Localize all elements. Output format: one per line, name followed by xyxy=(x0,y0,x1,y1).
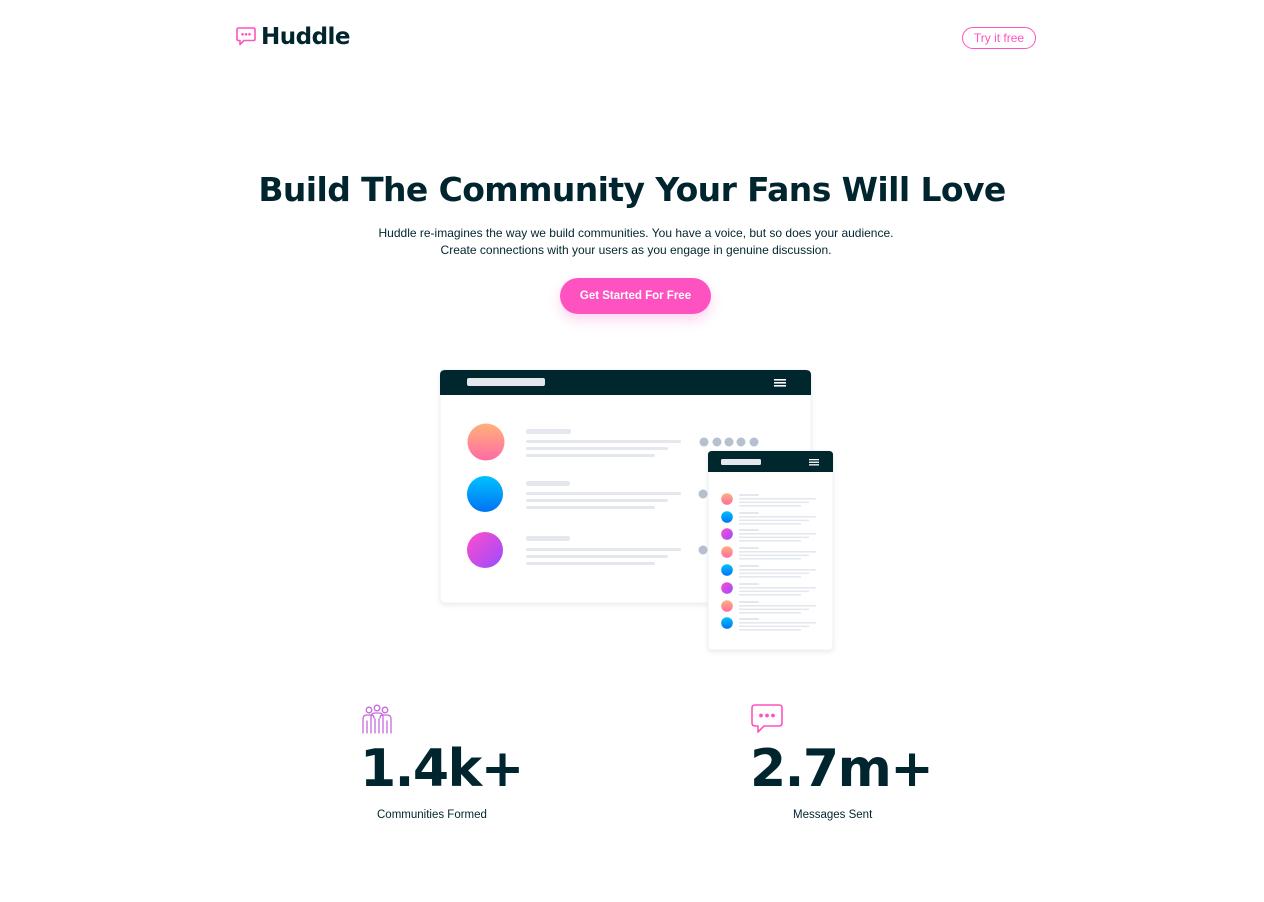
hero-title: Build The Community Your Fans Will Love xyxy=(258,170,1006,209)
stat-value: 2.7m+ xyxy=(750,739,934,799)
messages-icon xyxy=(751,704,783,733)
stat-communities: 1.4k+ Communities Formed xyxy=(360,703,580,821)
hero-description: Huddle re-imagines the way we build comm… xyxy=(378,226,894,257)
chat-bubble-icon xyxy=(236,27,256,46)
try-it-free-button[interactable]: Try it free xyxy=(962,27,1036,49)
stat-value: 1.4k+ xyxy=(360,739,524,799)
communities-icon xyxy=(362,704,392,734)
stat-label: Messages Sent xyxy=(793,809,873,821)
stat-messages: 2.7m+ Messages Sent xyxy=(750,703,970,821)
logo[interactable]: Huddle xyxy=(235,24,351,50)
site-header: Huddle Try it free xyxy=(0,0,1264,80)
app-mockup-illustration xyxy=(439,369,834,651)
stat-label: Communities Formed xyxy=(377,809,487,821)
logo-text: Huddle xyxy=(261,24,351,50)
get-started-button[interactable]: Get Started For Free xyxy=(560,278,711,314)
